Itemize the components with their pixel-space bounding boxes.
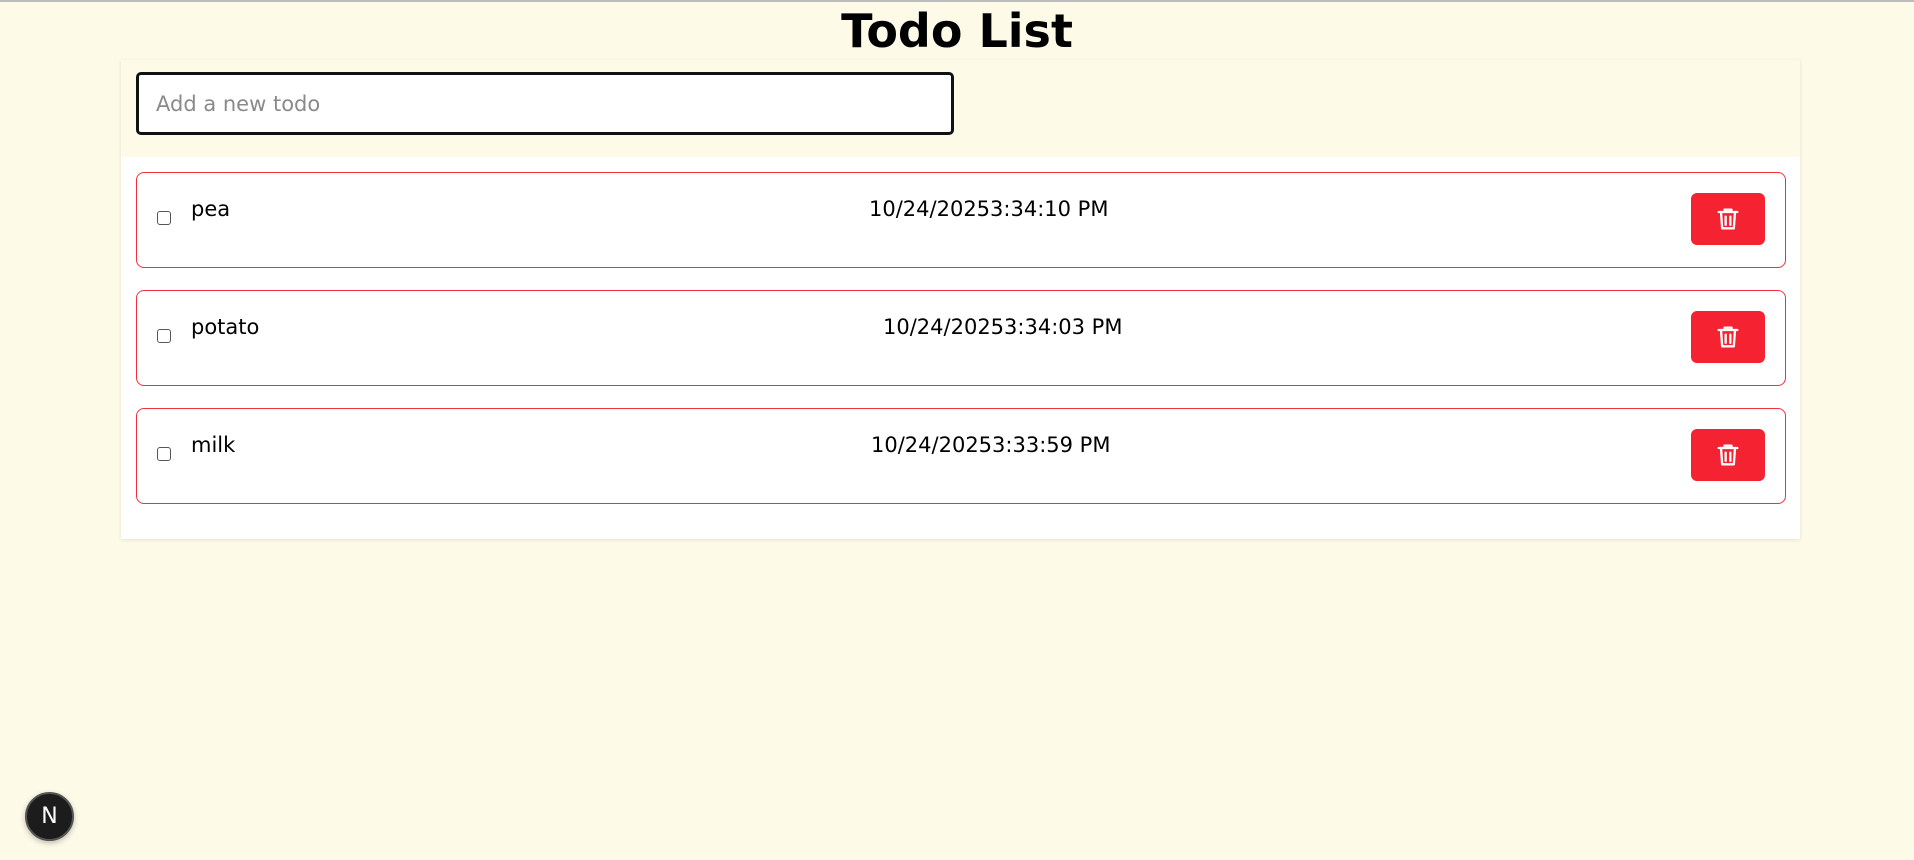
todo-date: 10/24/20253:33:59 PM xyxy=(871,433,1111,457)
todo-text: milk xyxy=(191,433,236,457)
todo-panel: pea 10/24/20253:34:10 PM potato 10/24/20… xyxy=(121,60,1800,539)
badge-letter: N xyxy=(41,804,58,829)
todo-item: milk 10/24/20253:33:59 PM xyxy=(136,408,1786,504)
todo-text: potato xyxy=(191,315,260,339)
todo-item: potato 10/24/20253:34:03 PM xyxy=(136,290,1786,386)
todo-checkbox[interactable] xyxy=(157,211,171,225)
page-title: Todo List xyxy=(841,4,1073,58)
new-todo-input[interactable] xyxy=(136,72,954,135)
todo-item: pea 10/24/20253:34:10 PM xyxy=(136,172,1786,268)
trash-icon xyxy=(1717,326,1739,348)
trash-icon xyxy=(1717,444,1739,466)
todo-checkbox[interactable] xyxy=(157,447,171,461)
todo-text: pea xyxy=(191,197,231,221)
todo-checkbox[interactable] xyxy=(157,329,171,343)
delete-button[interactable] xyxy=(1691,311,1765,363)
todo-list: pea 10/24/20253:34:10 PM potato 10/24/20… xyxy=(136,172,1786,526)
todo-date: 10/24/20253:34:10 PM xyxy=(869,197,1109,221)
trash-icon xyxy=(1717,208,1739,230)
nextjs-logo-icon[interactable]: N xyxy=(25,792,74,841)
todo-date: 10/24/20253:34:03 PM xyxy=(883,315,1123,339)
input-strip xyxy=(121,60,1800,157)
delete-button[interactable] xyxy=(1691,429,1765,481)
delete-button[interactable] xyxy=(1691,193,1765,245)
